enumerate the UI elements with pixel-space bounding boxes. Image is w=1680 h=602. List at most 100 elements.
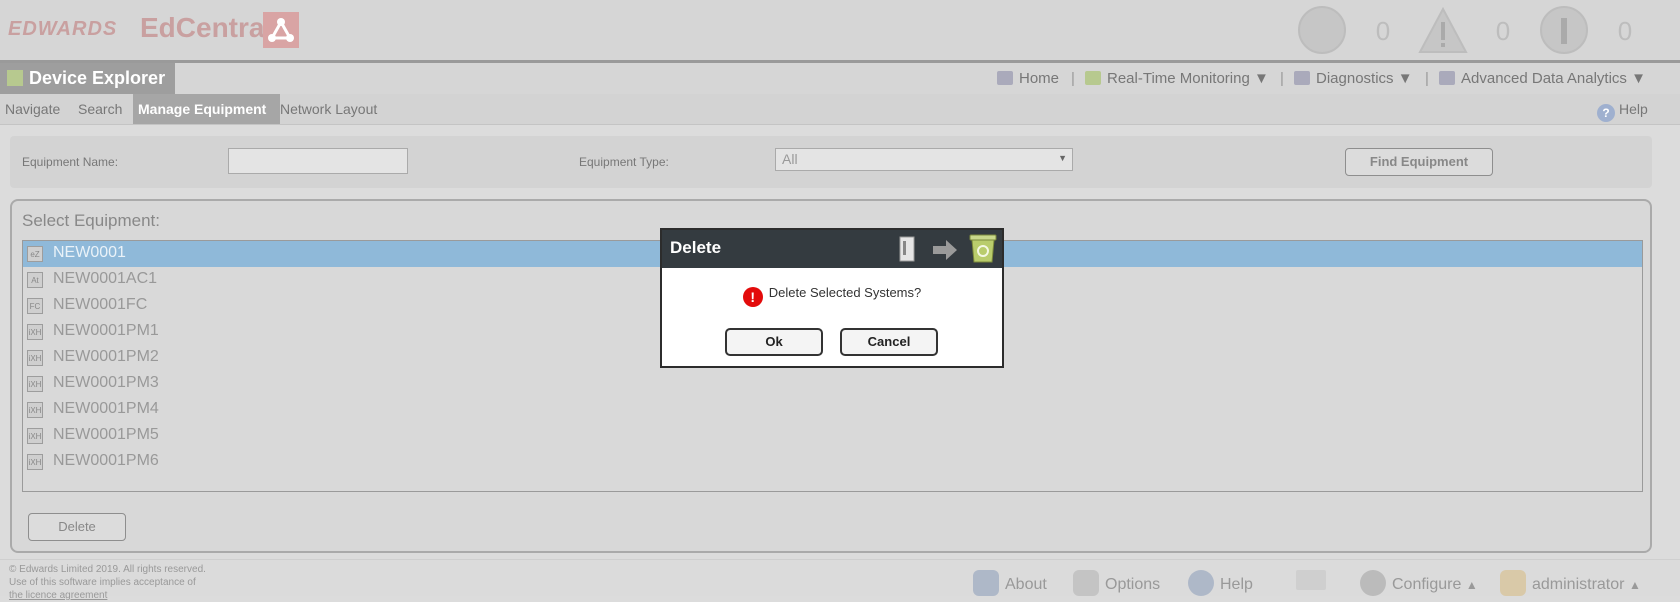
configure-label: Configure <box>1392 576 1462 593</box>
warning-count: 0 <box>1495 16 1511 46</box>
device-explorer-label: Device Explorer <box>29 68 166 88</box>
list-item[interactable]: iXH NEW0001PM6 <box>23 449 1642 475</box>
arrow-right-icon <box>932 240 958 265</box>
menu-separator: | <box>1071 70 1075 87</box>
equipment-type-icon: FC <box>27 298 43 314</box>
envelope-icon <box>1296 570 1326 590</box>
equipment-type-value: All <box>782 151 798 167</box>
delete-dialog: Delete ! Delete Selected Systems? Ok Canc… <box>660 228 1004 368</box>
username-label: administrator <box>1532 576 1625 593</box>
list-item[interactable]: iXH NEW0001PM5 <box>23 423 1642 449</box>
equipment-type-icon: eZ <box>27 246 43 262</box>
home-label: Home <box>1019 70 1060 87</box>
equipment-type-icon: iXH <box>27 350 43 366</box>
list-item[interactable]: iXH NEW0001PM4 <box>23 397 1642 423</box>
equipment-type-select[interactable]: All ▼ <box>775 148 1073 171</box>
alarm-count: 0 <box>1375 16 1391 46</box>
recycle-bin-icon <box>967 232 999 269</box>
info-icon <box>1540 6 1588 54</box>
realtime-monitoring-menu[interactable]: Real-Time Monitoring ▼ <box>1085 63 1269 94</box>
copyright-line: © Edwards Limited 2019. All rights reser… <box>9 564 206 575</box>
equipment-name-label: Equipment Name: <box>22 155 119 169</box>
alarm-counter[interactable]: 0 <box>1298 6 1416 54</box>
equipment-type-icon: iXH <box>27 454 43 470</box>
equipment-name: NEW0001PM3 <box>53 374 159 391</box>
menu-separator: | <box>1280 70 1284 87</box>
configure-menu[interactable]: Configure ▲ <box>1360 570 1478 596</box>
select-equipment-title: Select Equipment: <box>22 211 160 230</box>
info-count: 0 <box>1617 16 1633 46</box>
equipment-name: NEW0001 <box>53 244 126 261</box>
cube-icon <box>1085 71 1101 85</box>
copyright-notice: © Edwards Limited 2019. All rights reser… <box>9 563 206 602</box>
about-label: About <box>1005 576 1047 593</box>
equipment-type-icon: iXH <box>27 428 43 444</box>
chevron-down-icon: ▼ <box>1058 153 1067 163</box>
tab-network-layout[interactable]: Network Layout <box>275 94 382 124</box>
diagnostics-label: Diagnostics <box>1316 70 1394 87</box>
find-equipment-button[interactable]: Find Equipment <box>1345 148 1493 176</box>
app-header: EDWARDS EdCentra 0 0 0 <box>0 0 1680 63</box>
advanced-analytics-menu[interactable]: Advanced Data Analytics ▼ <box>1439 63 1646 94</box>
chart-icon <box>1439 71 1455 85</box>
lock-icon <box>1500 570 1526 596</box>
delete-button[interactable]: Delete <box>28 513 126 541</box>
chevron-down-icon: ▼ <box>1631 70 1646 87</box>
list-item[interactable]: iXH NEW0001PM3 <box>23 371 1642 397</box>
about-button[interactable]: About <box>973 570 1047 596</box>
filter-bar: Equipment Name: Equipment Type: All ▼ Fi… <box>10 136 1652 188</box>
tab-navigate[interactable]: Navigate <box>0 94 65 124</box>
menu-separator: | <box>1425 70 1429 87</box>
dialog-header: Delete <box>662 230 1002 268</box>
equipment-type-icon: At <box>27 272 43 288</box>
footer-help-button[interactable]: Help <box>1188 570 1253 596</box>
alarm-icon <box>1298 6 1346 54</box>
equipment-name-input[interactable] <box>228 148 408 174</box>
options-icon <box>1073 570 1099 596</box>
diagnostics-icon <box>1294 71 1310 85</box>
equipment-name: NEW0001FC <box>53 296 148 313</box>
gear-icon <box>1360 570 1386 596</box>
monitor-icon <box>997 71 1013 85</box>
chevron-down-icon: ▼ <box>1254 70 1269 87</box>
info-counter[interactable]: 0 <box>1540 6 1658 54</box>
warning-icon <box>1418 6 1468 59</box>
help-icon: ? <box>1597 104 1615 122</box>
tab-bar: Navigate Search Manage Equipment Network… <box>0 94 1680 125</box>
edwards-logo-text: EDWARDS <box>8 18 118 40</box>
licence-agreement-link[interactable]: the licence agreement <box>9 589 206 602</box>
tab-manage-equipment[interactable]: Manage Equipment <box>133 94 280 124</box>
chevron-down-icon: ▼ <box>1397 70 1413 87</box>
tab-search[interactable]: Search <box>73 94 127 124</box>
equipment-name: NEW0001PM2 <box>53 348 159 365</box>
dialog-message: ! Delete Selected Systems? <box>662 285 1002 307</box>
edcentra-logo-icon <box>263 12 299 48</box>
user-menu[interactable]: administrator ▲ <box>1500 570 1641 596</box>
equipment-type-icon: iXH <box>27 376 43 392</box>
error-icon: ! <box>742 287 763 307</box>
equipment-type-label: Equipment Type: <box>579 155 669 169</box>
equipment-name: NEW0001PM1 <box>53 322 159 339</box>
equipment-name: NEW0001AC1 <box>53 270 158 287</box>
footer-help-label: Help <box>1220 576 1253 593</box>
warning-counter[interactable]: 0 <box>1418 6 1536 54</box>
edcentra-logo-text: EdCentra <box>140 12 265 43</box>
options-button[interactable]: Options <box>1073 570 1160 596</box>
help-label: Help <box>1619 101 1648 117</box>
help-icon <box>1188 570 1214 596</box>
equipment-name: NEW0001PM6 <box>53 452 159 469</box>
equipment-name: NEW0001PM5 <box>53 426 159 443</box>
realtime-label: Real-Time Monitoring <box>1107 70 1250 87</box>
mail-icon[interactable] <box>1296 570 1332 590</box>
home-link[interactable]: Home <box>997 63 1059 94</box>
copyright-line: Use of this software implies acceptance … <box>9 577 196 588</box>
equipment-type-icon: iXH <box>27 324 43 340</box>
diagnostics-menu[interactable]: Diagnostics ▼ <box>1294 63 1413 94</box>
help-link[interactable]: ? Help <box>1592 94 1653 124</box>
equipment-name: NEW0001PM4 <box>53 400 159 417</box>
chevron-up-icon: ▲ <box>1628 578 1641 592</box>
cancel-button[interactable]: Cancel <box>840 328 938 356</box>
cube-icon <box>7 70 23 86</box>
app-footer: © Edwards Limited 2019. All rights reser… <box>0 559 1680 601</box>
ok-button[interactable]: Ok <box>725 328 823 356</box>
